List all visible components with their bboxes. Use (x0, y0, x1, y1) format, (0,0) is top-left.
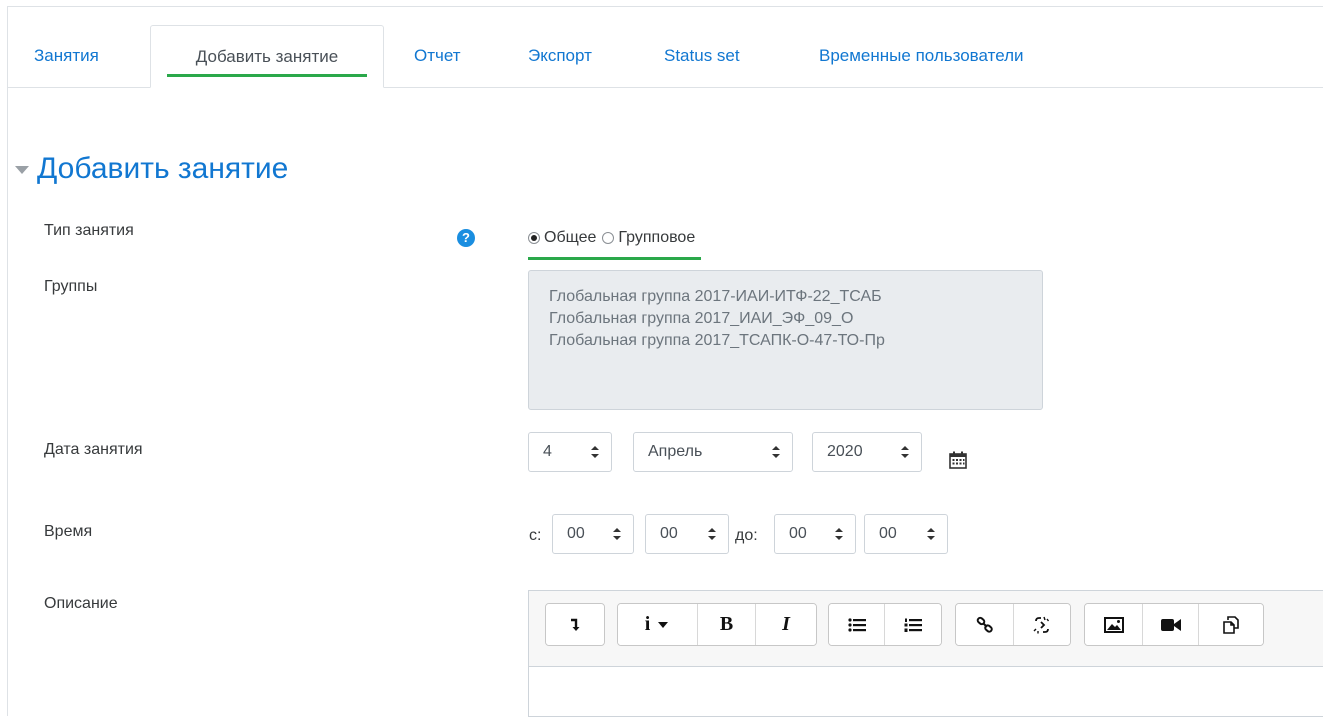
from-minute-value: 00 (660, 525, 678, 542)
toolbar-group-links (955, 603, 1071, 646)
year-value: 2020 (827, 443, 863, 460)
section-title: Добавить занятие (37, 152, 289, 185)
tab-bar: Занятия Добавить занятие Отчет Экспорт S… (8, 25, 1323, 88)
select-arrows-icon (613, 528, 621, 540)
select-arrows-icon (927, 528, 935, 540)
unordered-list-button[interactable] (829, 604, 885, 645)
from-hour-value: 00 (567, 525, 585, 542)
collapse-caret-icon[interactable] (15, 166, 29, 174)
tab-report[interactable]: Отчет (414, 25, 461, 88)
italic-button[interactable]: I (756, 604, 816, 645)
toolbar-group-collapse (545, 603, 605, 646)
to-minute-value: 00 (879, 525, 897, 542)
time-from-label: с: (529, 527, 542, 544)
unordered-list-icon (847, 617, 866, 632)
bold-button[interactable]: B (698, 604, 756, 645)
month-select[interactable]: Апрель (633, 432, 793, 472)
tab-sessions[interactable]: Занятия (34, 25, 99, 88)
toolbar-group-text: i B I (617, 603, 817, 646)
calendar-icon[interactable] (948, 450, 968, 470)
ordered-list-button[interactable] (885, 604, 941, 645)
select-arrows-icon (835, 528, 843, 540)
chevron-down-icon (658, 621, 669, 628)
select-arrows-icon (708, 528, 716, 540)
from-hour-select[interactable]: 00 (552, 514, 634, 554)
radio-group-type-label[interactable]: Групповое (618, 229, 695, 247)
link-button[interactable] (956, 604, 1014, 645)
toolbar-group-media (1084, 603, 1264, 646)
to-minute-select[interactable]: 00 (864, 514, 948, 554)
description-label: Описание (44, 595, 118, 612)
date-label: Дата занятия (44, 441, 143, 458)
radio-general-label[interactable]: Общее (544, 229, 596, 247)
month-value: Апрель (648, 443, 703, 460)
editor-toolbar: i B I (529, 591, 1323, 667)
description-editor: i B I (528, 590, 1323, 717)
collapse-toolbar-icon (571, 618, 580, 631)
tab-status-set[interactable]: Status set (664, 25, 740, 88)
video-button[interactable] (1143, 604, 1199, 645)
from-minute-select[interactable]: 00 (645, 514, 729, 554)
time-to-label: до: (735, 527, 758, 544)
group-item[interactable]: Глобальная группа 2017_ИАИ_ЭФ_09_О (549, 308, 1022, 330)
tab-add-session-label: Добавить занятие (195, 47, 339, 66)
tab-export[interactable]: Экспорт (528, 25, 592, 88)
radio-group-underline (528, 257, 702, 260)
select-arrows-icon (772, 446, 780, 458)
select-arrows-icon (901, 446, 909, 458)
groups-listbox[interactable]: Глобальная группа 2017-ИАИ-ИТФ-22_ТСАБ Г… (528, 270, 1043, 410)
section-header[interactable]: Добавить занятие (15, 149, 288, 189)
image-button[interactable] (1085, 604, 1143, 645)
manage-files-button[interactable] (1199, 604, 1263, 645)
group-item[interactable]: Глобальная группа 2017-ИАИ-ИТФ-22_ТСАБ (549, 286, 1022, 308)
collapse-toolbar-button[interactable] (546, 604, 604, 645)
paragraph-styles-icon: i (644, 613, 651, 635)
page-frame: Занятия Добавить занятие Отчет Экспорт S… (7, 6, 1323, 717)
paragraph-styles-button[interactable]: i (618, 604, 698, 645)
manage-files-icon (1223, 615, 1239, 634)
italic-icon: I (782, 613, 790, 635)
unlink-button[interactable] (1014, 604, 1070, 645)
select-arrows-icon (591, 446, 599, 458)
toolbar-group-lists (828, 603, 942, 646)
tab-add-session[interactable]: Добавить занятие (150, 25, 384, 88)
year-select[interactable]: 2020 (812, 432, 922, 472)
day-select[interactable]: 4 (528, 432, 612, 472)
groups-label: Группы (44, 278, 98, 295)
editor-content-area[interactable] (529, 667, 1323, 716)
to-hour-value: 00 (789, 525, 807, 542)
question-circle-icon[interactable]: ? (457, 229, 475, 247)
image-icon (1103, 616, 1124, 633)
radio-group-type[interactable] (602, 232, 615, 244)
bold-icon: B (719, 613, 734, 635)
unlink-icon (1033, 616, 1050, 633)
to-hour-select[interactable]: 00 (774, 514, 856, 554)
video-icon (1160, 618, 1181, 631)
type-radio-group: Общее Групповое (528, 220, 702, 260)
tab-temporary-users[interactable]: Временные пользователи (819, 25, 1024, 88)
time-label: Время (44, 523, 93, 540)
type-label: Тип занятия (44, 222, 134, 239)
active-tab-underline (167, 74, 367, 77)
radio-general[interactable] (528, 232, 540, 244)
ordered-list-icon (904, 618, 922, 632)
group-item[interactable]: Глобальная группа 2017_ТСАПК-О-47-ТО-Пр (549, 330, 1022, 352)
day-value: 4 (543, 443, 552, 460)
link-icon (976, 616, 993, 633)
